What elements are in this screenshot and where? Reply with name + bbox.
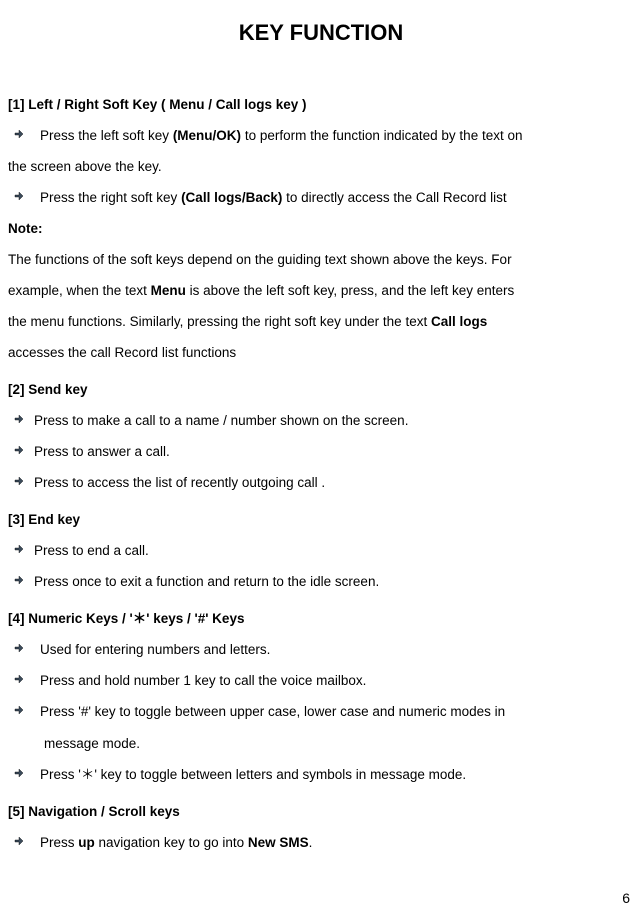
page-number: 6 [622,882,630,914]
bullet-text: Press once to exit a function and return… [34,566,634,597]
arrow-right-icon [14,643,24,653]
bullet-text: Used for entering numbers and letters. [40,634,634,665]
note-line: example, when the text Menu is above the… [8,275,634,306]
arrow-right-icon [14,129,24,139]
bullet-text: Press the right soft key (Call logs/Back… [40,182,634,213]
s4-bullet1: Used for entering numbers and letters. [8,634,634,665]
bullet-text: Press to end a call. [34,535,634,566]
s4-bullet4: Press '＊' key to toggle between letters … [8,759,634,790]
bullet-continuation: message mode. [8,728,634,759]
arrow-right-icon [14,445,24,455]
s2-bullet2: Press to answer a call. [8,436,634,467]
page-title: KEY FUNCTION [8,8,634,59]
s2-bullet3: Press to access the list of recently out… [8,467,634,498]
bullet-text: Press the left soft key (Menu/OK) to per… [40,120,634,151]
s4-bullet3: Press '#' key to toggle between upper ca… [8,696,634,727]
note-line: The functions of the soft keys depend on… [8,244,634,275]
bullet-text: Press to answer a call. [34,436,634,467]
body-text: the screen above the key. [8,151,634,182]
s2-bullet1: Press to make a call to a name / number … [8,405,634,436]
s5-bullet1: Press up navigation key to go into New S… [8,827,634,858]
arrow-right-icon [14,414,24,424]
bullet-text: Press to access the list of recently out… [34,467,634,498]
section1-head: [1] Left / Right Soft Key ( Menu / Call … [8,89,634,120]
arrow-right-icon [14,836,24,846]
bullet-text: Press up navigation key to go into New S… [40,827,634,858]
s1-bullet1: Press the left soft key (Menu/OK) to per… [8,120,634,151]
bullet-text: Press '#' key to toggle between upper ca… [40,696,634,727]
bullet-text: Press '＊' key to toggle between letters … [40,759,634,790]
section2-head: [2] Send key [8,374,634,405]
section5-head: [5] Navigation / Scroll keys [8,796,634,827]
arrow-right-icon [14,575,24,585]
note-line: the menu functions. Similarly, pressing … [8,306,634,337]
bullet-text: Press and hold number 1 key to call the … [40,665,634,696]
note-label: Note: [8,213,634,244]
section3-head: [3] End key [8,504,634,535]
arrow-right-icon [14,544,24,554]
arrow-right-icon [14,768,24,778]
arrow-right-icon [14,674,24,684]
s1-bullet2: Press the right soft key (Call logs/Back… [8,182,634,213]
section4-head: [4] Numeric Keys / '＊' keys / '#' Keys [8,603,634,634]
s3-bullet2: Press once to exit a function and return… [8,566,634,597]
arrow-right-icon [14,476,24,486]
arrow-right-icon [14,705,24,715]
bullet-text: Press to make a call to a name / number … [34,405,634,436]
s3-bullet1: Press to end a call. [8,535,634,566]
s4-bullet2: Press and hold number 1 key to call the … [8,665,634,696]
note-line: accesses the call Record list functions [8,337,634,368]
arrow-right-icon [14,191,24,201]
